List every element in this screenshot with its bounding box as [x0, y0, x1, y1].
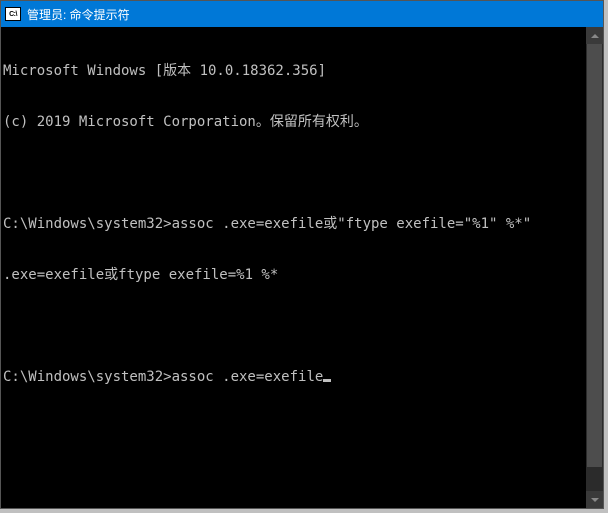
cursor — [323, 379, 331, 382]
chevron-up-icon — [591, 34, 599, 38]
output-line — [3, 318, 601, 335]
scrollbar[interactable] — [586, 27, 603, 508]
command-input[interactable]: assoc .exe=exefile — [172, 369, 324, 385]
terminal-area[interactable]: Microsoft Windows [版本 10.0.18362.356] (c… — [1, 27, 603, 508]
scroll-up-button[interactable] — [586, 27, 603, 44]
output-line: (c) 2019 Microsoft Corporation。保留所有权利。 — [3, 114, 601, 131]
chevron-down-icon — [591, 498, 599, 502]
cmd-icon: C:\ — [5, 7, 21, 21]
command-prompt-window: C:\ 管理员: 命令提示符 Microsoft Windows [版本 10.… — [0, 0, 604, 509]
prompt-line: C:\Windows\system32>assoc .exe=exefile — [3, 369, 601, 386]
scroll-down-button[interactable] — [586, 491, 603, 508]
output-line: Microsoft Windows [版本 10.0.18362.356] — [3, 63, 601, 80]
window-title: 管理员: 命令提示符 — [27, 6, 130, 23]
output-line — [3, 165, 601, 182]
prompt-text: C:\Windows\system32> — [3, 369, 172, 385]
output-line: .exe=exefile或ftype exefile=%1 %* — [3, 267, 601, 284]
scrollbar-thumb[interactable] — [587, 44, 602, 467]
output-line: C:\Windows\system32>assoc .exe=exefile或"… — [3, 216, 601, 233]
titlebar[interactable]: C:\ 管理员: 命令提示符 — [1, 1, 603, 27]
